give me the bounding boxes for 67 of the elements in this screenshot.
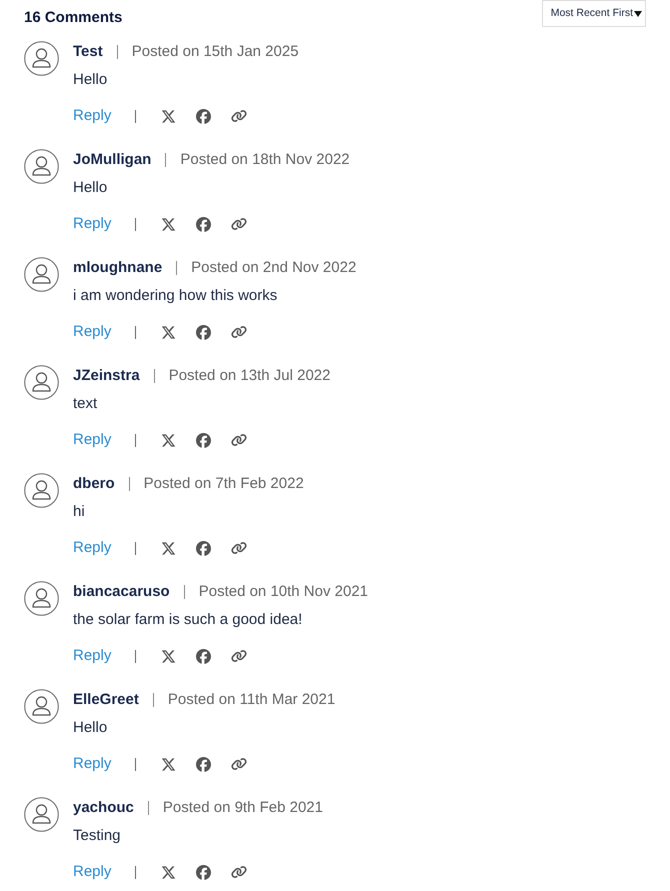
author-name[interactable]: yachouc <box>73 796 134 820</box>
post-date: Posted on 7th Feb 2022 <box>144 474 304 494</box>
x-share-icon[interactable] <box>161 648 176 664</box>
user-avatar-icon <box>24 473 59 508</box>
x-share-icon[interactable] <box>161 432 176 448</box>
link-icon[interactable] <box>231 540 248 556</box>
reply-link[interactable]: Reply <box>73 752 112 776</box>
link-icon[interactable] <box>231 324 248 340</box>
comment-text: Hello <box>73 718 108 738</box>
reply-link[interactable]: Reply <box>73 428 112 452</box>
user-avatar-icon <box>24 797 59 832</box>
author-name[interactable]: dbero <box>73 472 115 496</box>
reply-link[interactable]: Reply <box>73 320 112 344</box>
author-name[interactable]: JoMulligan <box>73 148 152 172</box>
facebook-share-icon[interactable] <box>196 540 212 556</box>
reply-link[interactable]: Reply <box>73 644 112 668</box>
link-icon[interactable] <box>231 216 248 232</box>
post-date: Posted on 10th Nov 2021 <box>198 582 368 602</box>
comments-heading: 16 Comments <box>24 8 122 28</box>
link-icon[interactable] <box>231 108 248 124</box>
facebook-share-icon[interactable] <box>196 216 212 232</box>
sort-dropdown[interactable]: Most Recent First <box>542 0 646 27</box>
comment-text: the solar farm is such a good idea! <box>73 610 302 630</box>
post-date: Posted on 11th Mar 2021 <box>168 690 336 710</box>
post-date: Posted on 9th Feb 2021 <box>162 798 323 818</box>
reply-link[interactable]: Reply <box>73 104 112 128</box>
post-date: Posted on 18th Nov 2022 <box>180 150 350 170</box>
user-avatar-icon <box>24 41 59 76</box>
reply-link[interactable]: Reply <box>73 536 112 560</box>
author-name[interactable]: biancacaruso <box>73 580 170 604</box>
x-share-icon[interactable] <box>161 324 176 340</box>
post-date: Posted on 13th Jul 2022 <box>168 366 330 386</box>
comment-text: i am wondering how this works <box>73 286 278 306</box>
facebook-share-icon[interactable] <box>196 756 212 772</box>
comment-text: Hello <box>73 178 108 198</box>
author-name[interactable]: mloughnane <box>73 256 162 280</box>
link-icon[interactable] <box>231 432 248 448</box>
user-avatar-icon <box>24 689 59 724</box>
user-avatar-icon <box>24 149 59 184</box>
reply-link[interactable]: Reply <box>73 212 112 236</box>
link-icon[interactable] <box>231 756 248 772</box>
x-share-icon[interactable] <box>161 216 176 232</box>
user-avatar-icon <box>24 581 59 616</box>
author-name[interactable]: JZeinstra <box>73 364 140 388</box>
facebook-share-icon[interactable] <box>196 864 212 880</box>
reply-link[interactable]: Reply <box>73 860 112 884</box>
author-name[interactable]: Test <box>73 40 103 64</box>
caret-icon <box>634 10 642 16</box>
user-avatar-icon <box>24 257 59 292</box>
x-share-icon[interactable] <box>161 108 176 124</box>
comment-text: text <box>73 394 98 414</box>
facebook-share-icon[interactable] <box>196 432 212 448</box>
link-icon[interactable] <box>231 864 248 880</box>
post-date: Posted on 2nd Nov 2022 <box>191 258 356 278</box>
x-share-icon[interactable] <box>161 540 176 556</box>
comment-text: Hello <box>73 70 108 90</box>
comment-text: hi <box>73 502 85 522</box>
comment-text: Testing <box>73 826 121 846</box>
x-share-icon[interactable] <box>161 756 176 772</box>
post-date: Posted on 15th Jan 2025 <box>132 42 299 62</box>
facebook-share-icon[interactable] <box>196 324 212 340</box>
facebook-share-icon[interactable] <box>196 648 212 664</box>
x-share-icon[interactable] <box>161 864 176 880</box>
link-icon[interactable] <box>231 648 248 664</box>
author-name[interactable]: ElleGreet <box>73 688 139 712</box>
user-avatar-icon <box>24 365 59 400</box>
facebook-share-icon[interactable] <box>196 108 212 124</box>
